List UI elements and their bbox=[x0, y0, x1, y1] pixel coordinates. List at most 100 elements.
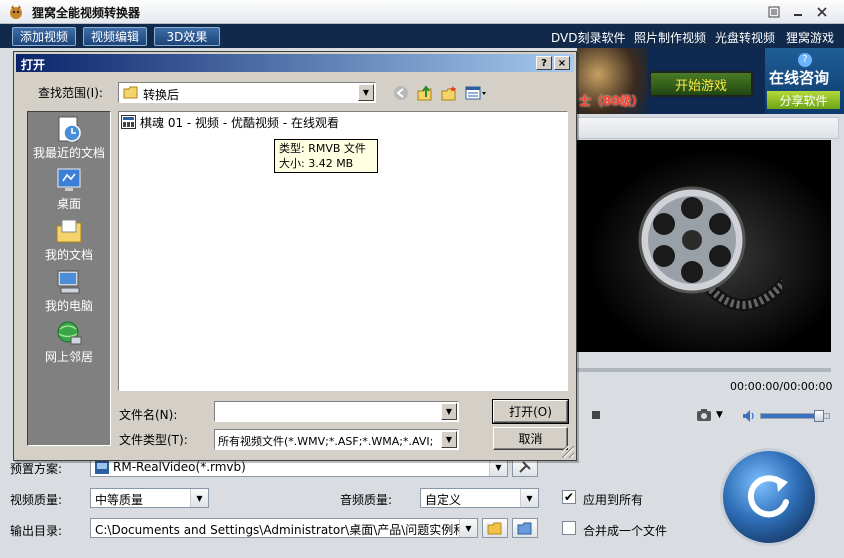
volume-slider[interactable] bbox=[760, 410, 830, 422]
refresh-arrow-icon bbox=[747, 475, 789, 518]
audio-quality-select[interactable]: 自定义 ▼ bbox=[420, 488, 539, 508]
file-type-label: 文件类型(T): bbox=[119, 433, 188, 447]
place-label: 网上邻居 bbox=[44, 350, 93, 364]
online-consult-link[interactable]: 在线咨询 bbox=[769, 67, 829, 88]
file-type-value: 所有视频文件(*.WMV;*.ASF;*.WMA;*.AVI; bbox=[218, 435, 434, 448]
place-desktop[interactable]: 桌面 bbox=[28, 165, 110, 213]
video-preview bbox=[577, 140, 831, 352]
help-button[interactable]: ? bbox=[536, 56, 552, 70]
edit-video-button[interactable]: 视频编辑 bbox=[83, 27, 147, 46]
open-file-dialog: 打开 ? × 查找范围(I): 转换后 ▼ 我最近的文档 桌面 我的文档 我的电… bbox=[13, 51, 577, 461]
volume-icon[interactable] bbox=[742, 409, 756, 423]
place-network[interactable]: 网上邻居 bbox=[28, 318, 110, 366]
help-icon: ? bbox=[798, 53, 812, 67]
rmvb-file-icon bbox=[121, 115, 136, 129]
look-in-label: 查找范围(I): bbox=[38, 86, 103, 100]
file-name-input[interactable]: ▼ bbox=[214, 401, 459, 422]
film-reel-icon bbox=[638, 186, 782, 311]
cancel-button[interactable]: 取消 bbox=[493, 427, 568, 450]
file-list[interactable]: 棋魂 01 - 视频 - 优酷视频 - 在线观看 类型: RMVB 文件 大小:… bbox=[118, 111, 568, 391]
dialog-close-button[interactable]: × bbox=[554, 56, 570, 70]
place-recent[interactable]: 我最近的文档 bbox=[28, 114, 110, 162]
games-link[interactable]: 狸窝游戏 bbox=[786, 29, 834, 46]
video-quality-label: 视频质量: bbox=[10, 493, 63, 507]
chevron-down-icon[interactable]: ▼ bbox=[716, 410, 723, 420]
chevron-down-icon[interactable]: ▼ bbox=[459, 519, 477, 537]
chevron-down-icon[interactable]: ▼ bbox=[358, 84, 374, 101]
place-my-documents[interactable]: 我的文档 bbox=[28, 216, 110, 264]
folder-open-icon bbox=[487, 522, 502, 534]
title-bar: 狸窝全能视频转换器 bbox=[0, 0, 844, 24]
file-type-select[interactable]: 所有视频文件(*.WMV;*.ASF;*.WMA;*.AVI; ▼ bbox=[214, 429, 459, 450]
video-quality-value: 中等质量 bbox=[95, 493, 144, 507]
consult-panel: ? 在线咨询 分享软件 bbox=[765, 48, 844, 114]
browse-folder-button[interactable] bbox=[482, 518, 508, 538]
back-icon[interactable] bbox=[392, 85, 410, 101]
place-label: 我的电脑 bbox=[44, 299, 93, 313]
look-in-select[interactable]: 转换后 ▼ bbox=[118, 82, 376, 103]
place-label: 我最近的文档 bbox=[32, 146, 105, 160]
convert-button[interactable] bbox=[720, 448, 818, 546]
seek-bar[interactable] bbox=[577, 368, 831, 372]
menu-icon[interactable] bbox=[766, 4, 782, 20]
preset-value: RM-RealVideo(*.rmvb) bbox=[113, 460, 246, 474]
start-game-button[interactable]: 开始游戏 bbox=[649, 71, 753, 97]
photo-video-link[interactable]: 照片制作视频 bbox=[634, 29, 706, 46]
view-menu-icon[interactable] bbox=[464, 85, 488, 101]
my-computer-icon bbox=[53, 267, 85, 297]
check-icon: ✔ bbox=[563, 490, 575, 504]
preview-header bbox=[577, 117, 839, 139]
app-logo-icon bbox=[8, 4, 24, 20]
chevron-down-icon[interactable]: ▼ bbox=[190, 489, 208, 507]
recent-documents-icon bbox=[53, 114, 85, 144]
tooltip-size: 大小: 3.42 MB bbox=[279, 157, 354, 170]
snapshot-camera-icon[interactable] bbox=[696, 408, 712, 422]
rm-format-icon bbox=[95, 461, 109, 474]
file-item[interactable]: 棋魂 01 - 视频 - 优酷视频 - 在线观看 bbox=[121, 114, 339, 130]
merge-label: 合并成一个文件 bbox=[583, 524, 668, 538]
dvd-burn-link[interactable]: DVD刻录软件 bbox=[551, 29, 625, 46]
chevron-down-icon[interactable]: ▼ bbox=[441, 431, 457, 448]
add-video-button[interactable]: 添加视频 bbox=[12, 27, 76, 46]
place-label: 我的文档 bbox=[44, 248, 93, 262]
chevron-down-icon[interactable]: ▼ bbox=[441, 403, 457, 420]
merge-checkbox[interactable] bbox=[562, 521, 576, 535]
file-tooltip: 类型: RMVB 文件 大小: 3.42 MB bbox=[274, 139, 378, 173]
desktop-icon bbox=[53, 165, 85, 195]
disc-to-video-link[interactable]: 光盘转视频 bbox=[715, 29, 775, 46]
close-icon[interactable] bbox=[814, 4, 830, 20]
places-bar: 我最近的文档 桌面 我的文档 我的电脑 网上邻居 bbox=[27, 111, 111, 446]
video-quality-select[interactable]: 中等质量 ▼ bbox=[90, 488, 209, 508]
network-places-icon bbox=[53, 318, 85, 348]
time-readout: 00:00:00/00:00:00 bbox=[730, 380, 833, 393]
dialog-title: 打开 bbox=[21, 58, 46, 72]
chevron-down-icon[interactable]: ▼ bbox=[520, 489, 538, 507]
audio-quality-value: 自定义 bbox=[425, 493, 462, 507]
my-documents-icon bbox=[53, 216, 85, 246]
minimize-icon[interactable] bbox=[790, 4, 806, 20]
toolbar: 添加视频 视频编辑 3D效果 DVD刻录软件 照片制作视频 光盘转视频 狸窝游戏 bbox=[0, 24, 844, 48]
3d-effect-button[interactable]: 3D效果 bbox=[154, 27, 220, 46]
file-name-label: 文件名(N): bbox=[119, 408, 178, 422]
place-my-computer[interactable]: 我的电脑 bbox=[28, 267, 110, 315]
volume-level bbox=[761, 414, 819, 418]
apply-all-label: 应用到所有 bbox=[583, 493, 644, 507]
volume-thumb[interactable] bbox=[813, 410, 824, 422]
preset-label: 预置方案: bbox=[10, 462, 63, 476]
resize-grip[interactable] bbox=[562, 446, 574, 458]
audio-quality-label: 音频质量: bbox=[340, 493, 393, 507]
output-dir-label: 输出目录: bbox=[10, 524, 63, 538]
ad-banner[interactable]: 士（80级） 开始游戏 ? 在线咨询 分享软件 bbox=[577, 48, 844, 114]
output-dir-value: C:\Documents and Settings\Administrator\… bbox=[95, 523, 477, 537]
tools-icon bbox=[519, 461, 531, 473]
open-button[interactable]: 打开(O) bbox=[492, 399, 569, 424]
apply-all-checkbox[interactable]: ✔ bbox=[562, 490, 576, 504]
stop-icon[interactable] bbox=[592, 411, 600, 419]
place-label: 桌面 bbox=[56, 197, 81, 211]
new-folder-icon[interactable] bbox=[440, 85, 458, 101]
dialog-title-bar: 打开 ? × bbox=[16, 54, 574, 72]
output-dir-select[interactable]: C:\Documents and Settings\Administrator\… bbox=[90, 518, 478, 538]
open-output-folder-button[interactable] bbox=[512, 518, 538, 538]
share-software-button[interactable]: 分享软件 bbox=[767, 91, 840, 109]
up-folder-icon[interactable] bbox=[416, 85, 434, 101]
